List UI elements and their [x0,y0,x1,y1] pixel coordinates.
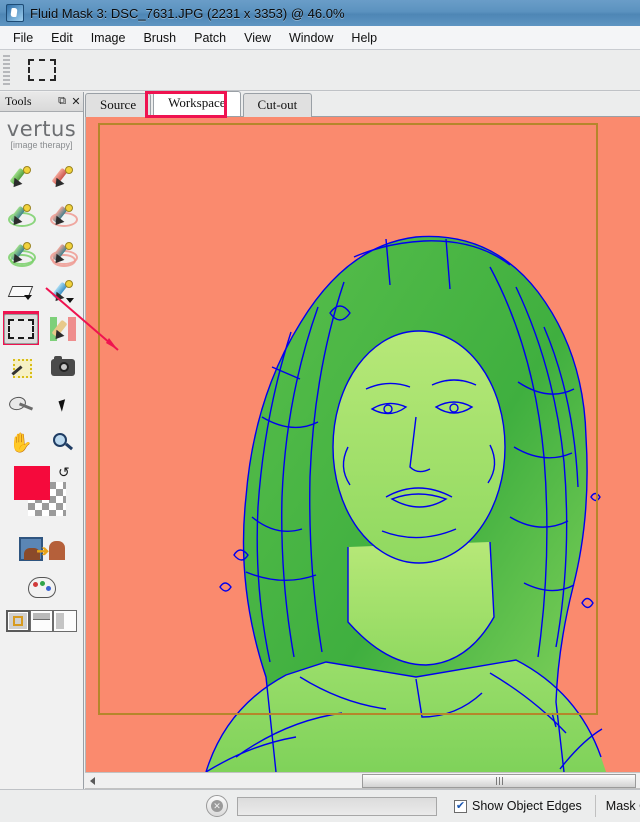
arrow-cursor-icon [46,390,80,420]
app-logo-icon [6,4,24,22]
magic-wand-icon [4,352,38,382]
green-pen-rings-icon [4,200,38,230]
vertus-logo: vertus [image therapy] [0,112,83,151]
green-pen-spiral-icon [4,238,38,268]
image-transfer-icon: ➔ [18,537,65,563]
delete-wide-brush-tool[interactable] [42,196,84,234]
blend-spoon-tool[interactable] [0,386,42,424]
fountain-pen-icon [46,314,80,344]
hand-tool[interactable]: ✋ [0,424,42,462]
menu-item-help[interactable]: Help [342,28,386,48]
selection-rectangle[interactable] [98,123,598,715]
zoom-tool[interactable] [42,424,84,462]
status-bar: ✕ ✔ Show Object Edges Mask O [0,789,640,822]
split-horizontal-view-mode[interactable] [29,610,54,632]
brand-name: vertus [6,117,77,141]
eraser-tool[interactable] [0,272,42,310]
spoon-icon [4,390,38,420]
color-swatches: ↺ [0,464,83,530]
delete-brush-tool[interactable] [42,158,84,196]
tool-grid: ✋ [0,158,83,462]
camera-icon [46,352,80,382]
snapshot-tool[interactable] [42,348,84,386]
red-pen-rings-icon [46,200,80,230]
pointer-tool[interactable] [42,386,84,424]
options-toolbar [0,50,640,91]
restore-window-icon[interactable]: ⧉ [55,95,69,109]
view-mode-group [0,604,83,638]
delete-local-brush-tool[interactable] [42,234,84,272]
color-palette-icon [27,576,56,598]
blue-pen-icon [46,276,80,306]
menu-item-view[interactable]: View [235,28,280,48]
status-divider [594,795,596,817]
marquee-select-tool[interactable] [0,310,42,348]
menu-item-image[interactable]: Image [82,28,135,48]
window-title: Fluid Mask 3: DSC_7631.JPG (2231 x 3353)… [30,5,345,21]
pen-path-tool[interactable] [42,310,84,348]
drag-handle-icon[interactable] [3,55,10,85]
blend-brush-tool[interactable] [42,272,84,310]
menu-item-brush[interactable]: Brush [134,28,185,48]
checkmark-icon: ✔ [455,799,466,812]
tools-panel: Tools ⧉ ✕ vertus [image therapy] ✋ ↺ ➔ [0,92,84,797]
keep-local-brush-tool[interactable] [0,234,42,272]
swap-colors-icon[interactable]: ↺ [58,464,70,481]
tools-panel-title: Tools [5,94,32,108]
close-icon[interactable]: ✕ [69,95,83,109]
image-transfer-button[interactable]: ➔ [0,530,83,570]
progress-bar [237,796,437,816]
magnifier-icon [46,428,80,458]
magic-wand-tool[interactable] [0,348,42,386]
tab-workspace[interactable]: Workspace [153,91,241,116]
brand-tagline: [image therapy] [10,140,73,150]
keep-brush-tool[interactable] [0,158,42,196]
hand-icon: ✋ [9,432,33,454]
keep-wide-brush-tool[interactable] [0,196,42,234]
foreground-color-swatch[interactable] [14,466,50,500]
tools-panel-header: Tools ⧉ ✕ [0,92,83,112]
view-tabs: Source Workspace Cut-out [85,91,640,117]
tab-cutout[interactable]: Cut-out [242,93,313,117]
marquee-rectangle-icon [4,314,38,344]
split-vertical-view-mode[interactable] [53,610,77,632]
chevron-left-icon[interactable] [85,773,100,788]
show-object-edges-label: Show Object Edges [472,799,582,813]
show-object-edges-checkbox[interactable]: ✔ Show Object Edges [454,799,582,813]
horizontal-scrollbar[interactable] [85,772,640,789]
menu-item-patch[interactable]: Patch [185,28,235,48]
grip-icon [495,777,503,785]
scrollbar-thumb[interactable] [362,774,636,788]
tab-source[interactable]: Source [85,93,152,117]
menu-item-file[interactable]: File [4,28,42,48]
red-pen-spiral-icon [46,238,80,268]
canvas-viewport[interactable] [85,117,640,772]
title-bar: Fluid Mask 3: DSC_7631.JPG (2231 x 3353)… [0,0,640,27]
menu-item-edit[interactable]: Edit [42,28,82,48]
single-view-mode[interactable] [6,610,30,632]
eraser-icon [4,276,38,306]
checkbox-box: ✔ [454,799,467,813]
menu-item-window[interactable]: Window [280,28,342,48]
green-pen-icon [4,162,38,192]
marquee-rectangle-icon[interactable] [28,59,56,81]
workspace-canvas[interactable] [86,117,640,772]
mask-option-label: Mask O [605,799,640,813]
stop-cancel-icon[interactable]: ✕ [206,795,228,817]
red-pen-icon [46,162,80,192]
palette-button[interactable] [0,570,83,604]
menu-bar: File Edit Image Brush Patch View Window … [0,26,640,50]
